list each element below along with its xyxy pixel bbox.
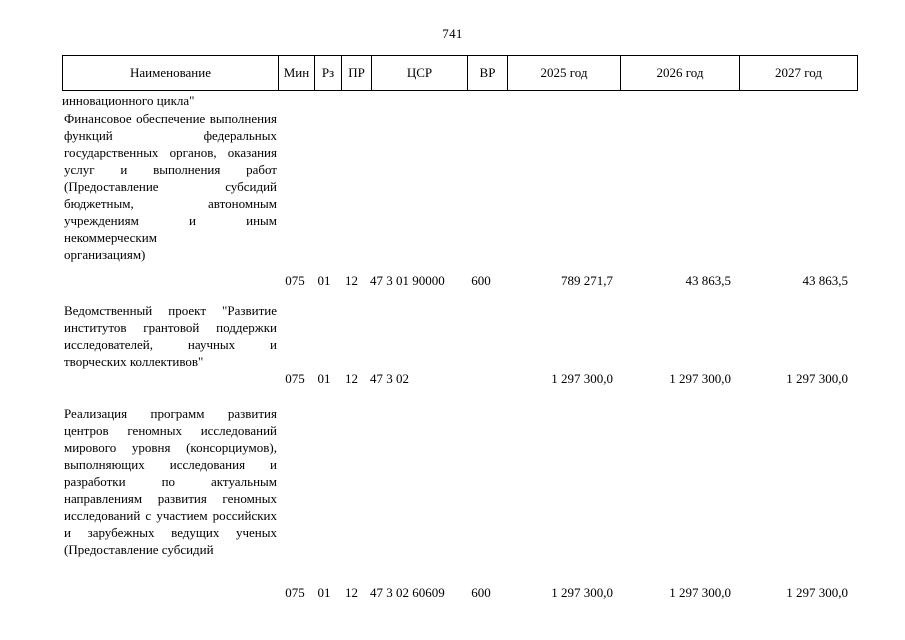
cell-pr: 12 [345, 585, 358, 600]
cell-min: 075 [285, 371, 305, 386]
cell-2027: 1 297 300,0 [786, 585, 848, 600]
table-header: Наименование Мин Рз ПР ЦСР ВР 2025 год 2… [62, 55, 858, 91]
column-header-rz: Рз [314, 55, 342, 91]
cell-pr: 12 [345, 371, 358, 386]
cell-name-block: Финансовое обеспечение выполнения функци… [64, 111, 277, 245]
cell-name-lastline: творческих коллективов" [64, 354, 204, 369]
cell-min: 075 [285, 273, 305, 288]
column-header-name: Наименование [62, 55, 279, 91]
table-header-row: Наименование Мин Рз ПР ЦСР ВР 2025 год 2… [62, 55, 858, 91]
cell-name-lastline: (Предоставление субсидий [64, 542, 214, 557]
continued-text: инновационного цикла" [62, 93, 195, 108]
cell-rz: 01 [317, 273, 331, 288]
cell-2025: 1 297 300,0 [551, 371, 613, 386]
row-spacer [0, 289, 905, 302]
column-header-pr: ПР [341, 55, 372, 91]
column-header-2025: 2025 год [507, 55, 621, 91]
cell-csr: 47 3 01 90000 [370, 273, 445, 288]
cell-rz: 01 [317, 371, 331, 386]
cell-2026: 43 863,5 [685, 273, 732, 288]
cell-name: Финансовое обеспечение выполнения функци… [64, 110, 277, 263]
page-number: 741 [442, 26, 463, 41]
cell-name: Реализация программ развития центров ген… [64, 405, 277, 558]
cell-rz: 01 [317, 585, 331, 600]
table-row: Ведомственный проект "Развитие институто… [0, 302, 905, 392]
column-header-csr: ЦСР [371, 55, 468, 91]
cell-min: 075 [285, 585, 305, 600]
column-header-2026: 2026 год [620, 55, 740, 91]
cell-2027: 43 863,5 [802, 273, 849, 288]
cell-name: Ведомственный проект "Развитие институто… [64, 302, 277, 370]
cell-name-lastline: организациям) [64, 247, 146, 262]
cell-pr: 12 [345, 273, 358, 288]
cell-2025: 1 297 300,0 [551, 585, 613, 600]
table-row: Реализация программ развития центров ген… [0, 405, 905, 600]
cell-vr: 600 [471, 585, 491, 600]
cell-name-block: Реализация программ развития центров ген… [64, 406, 277, 540]
column-header-2027: 2027 год [739, 55, 858, 91]
cell-2025: 789 271,7 [561, 273, 613, 288]
cell-csr: 47 3 02 [370, 371, 409, 386]
cell-vr: 600 [471, 273, 491, 288]
cell-2027: 1 297 300,0 [786, 371, 848, 386]
table-row: Финансовое обеспечение выполнения функци… [0, 110, 905, 289]
cell-2026: 1 297 300,0 [669, 585, 731, 600]
cell-name-block: Ведомственный проект "Развитие институто… [64, 303, 277, 352]
cell-2026: 1 297 300,0 [669, 371, 731, 386]
column-header-min: Мин [278, 55, 315, 91]
table-body: Финансовое обеспечение выполнения функци… [0, 110, 905, 600]
row-spacer [0, 392, 905, 405]
cell-csr: 47 3 02 60609 [370, 585, 445, 600]
column-header-vr: ВР [467, 55, 508, 91]
